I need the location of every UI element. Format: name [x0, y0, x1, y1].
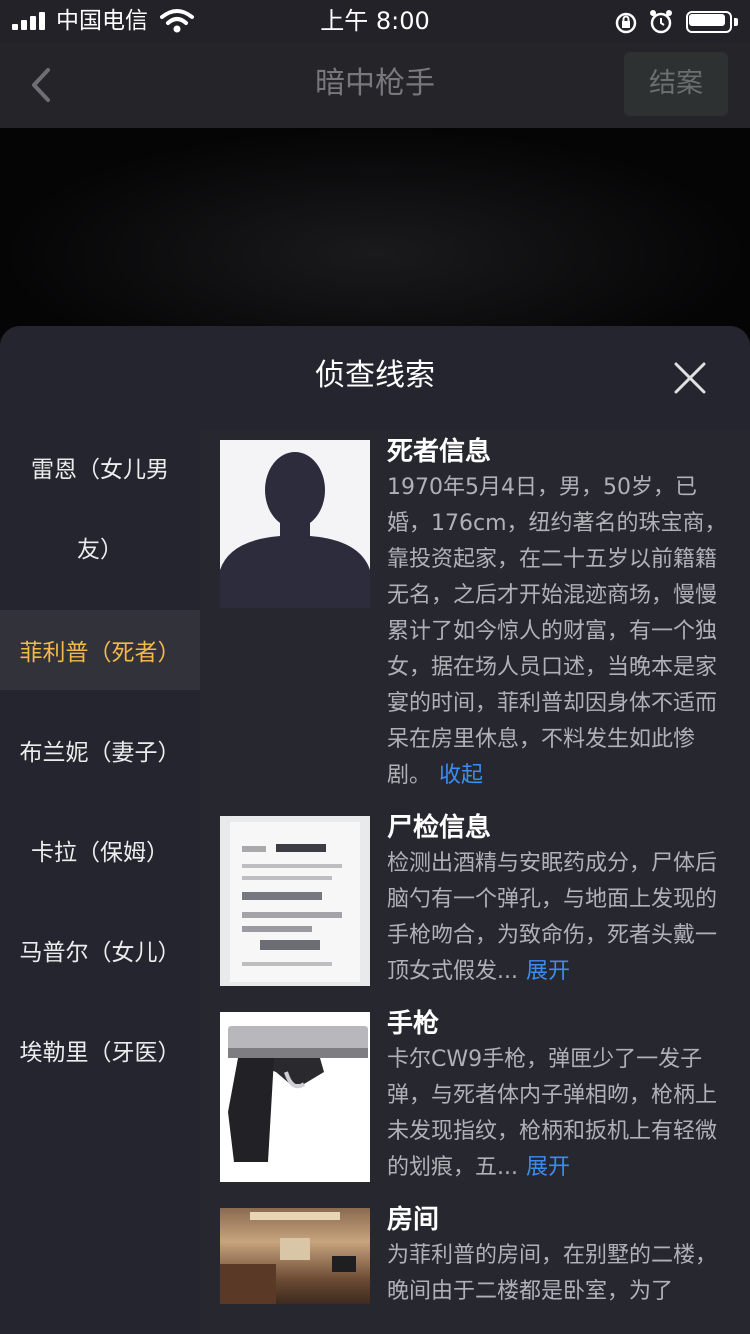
rotation-lock-icon	[615, 12, 637, 34]
status-bar: 中国电信 上午 8:00	[0, 0, 750, 42]
close-case-button[interactable]: 结案	[624, 52, 728, 116]
nav-bar: 暗中枪手 结案	[0, 42, 750, 128]
clue-body: 为菲利普的房间，在别墅的二楼，晚间由于二楼都是卧室，为了	[387, 1243, 718, 1304]
clue-body: 1970年5月4日，男，50岁，已婚，176cm，纽约著名的珠宝商，靠投资起家，…	[387, 475, 727, 788]
clue-card-pistol[interactable]: 手枪 卡尔CW9手枪，弹匣少了一发子弹，与死者体内子弹相吻，枪柄上未发现指纹，枪…	[220, 1002, 730, 1192]
sidebar-item-label: 布兰妮（妻子）	[19, 740, 181, 766]
clue-list: 死者信息 1970年5月4日，男，50岁，已婚，176cm，纽约著名的珠宝商，靠…	[200, 430, 750, 1334]
expand-link[interactable]: 展开	[526, 1155, 570, 1180]
alarm-icon	[650, 10, 672, 34]
collapse-link[interactable]: 收起	[439, 763, 483, 788]
sidebar-item-label: 菲利普（死者）	[19, 640, 181, 666]
sidebar-item-rain[interactable]: 雷恩（女儿男友）	[0, 430, 200, 590]
sidebar-item-ellery[interactable]: 埃勒里（牙医）	[0, 1010, 200, 1090]
clues-sheet: 侦查线索 雷恩（女儿男友） 菲利普（死者） 布兰妮（妻子） 卡拉（保姆） 马普尔…	[0, 326, 750, 1334]
pistol-image	[220, 1012, 370, 1182]
suspect-sidebar: 雷恩（女儿男友） 菲利普（死者） 布兰妮（妻子） 卡拉（保姆） 马普尔（女儿） …	[0, 430, 200, 1334]
sidebar-item-marple[interactable]: 马普尔（女儿）	[0, 910, 200, 990]
sheet-title: 侦查线索	[315, 358, 435, 393]
clue-text: 为菲利普的房间，在别墅的二楼，晚间由于二楼都是卧室，为了	[387, 1238, 727, 1310]
clue-card-victim[interactable]: 死者信息 1970年5月4日，男，50岁，已婚，176cm，纽约著名的珠宝商，靠…	[220, 430, 730, 800]
clue-card-autopsy[interactable]: 尸检信息 检测出酒精与安眠药成分，尸体后脑勺有一个弹孔，与地面上发现的手枪吻合，…	[220, 806, 730, 996]
close-icon[interactable]	[670, 358, 710, 398]
clue-text: 检测出酒精与安眠药成分，尸体后脑勺有一个弹孔，与地面上发现的手枪吻合，为致命伤，…	[387, 846, 727, 990]
sidebar-item-label: 卡拉（保姆）	[31, 840, 169, 866]
autopsy-report-image	[220, 816, 370, 986]
clue-text: 卡尔CW9手枪，弹匣少了一发子弹，与死者体内子弹相吻，枪柄上未发现指纹，枪柄和扳…	[387, 1042, 727, 1186]
clue-card-room[interactable]: 房间 为菲利普的房间，在别墅的二楼，晚间由于二楼都是卧室，为了	[220, 1198, 730, 1334]
room-image	[220, 1208, 370, 1304]
clue-text: 1970年5月4日，男，50岁，已婚，176cm，纽约著名的珠宝商，靠投资起家，…	[387, 470, 727, 794]
battery-icon	[686, 11, 738, 33]
sidebar-item-label: 马普尔（女儿）	[19, 940, 181, 966]
victim-silhouette-image	[220, 440, 370, 608]
sidebar-item-carla[interactable]: 卡拉（保姆）	[0, 810, 200, 890]
clue-title: 手枪	[387, 1009, 440, 1039]
sidebar-item-britney[interactable]: 布兰妮（妻子）	[0, 710, 200, 790]
expand-link[interactable]: 展开	[526, 959, 570, 984]
clue-title: 尸检信息	[387, 813, 492, 843]
sidebar-item-label: 雷恩（女儿男友）	[31, 457, 169, 563]
sidebar-item-philip[interactable]: 菲利普（死者）	[0, 610, 200, 690]
clue-title: 死者信息	[387, 437, 492, 467]
backdrop	[0, 128, 750, 338]
clue-title: 房间	[387, 1205, 440, 1235]
sidebar-item-label: 埃勒里（牙医）	[19, 1040, 181, 1066]
